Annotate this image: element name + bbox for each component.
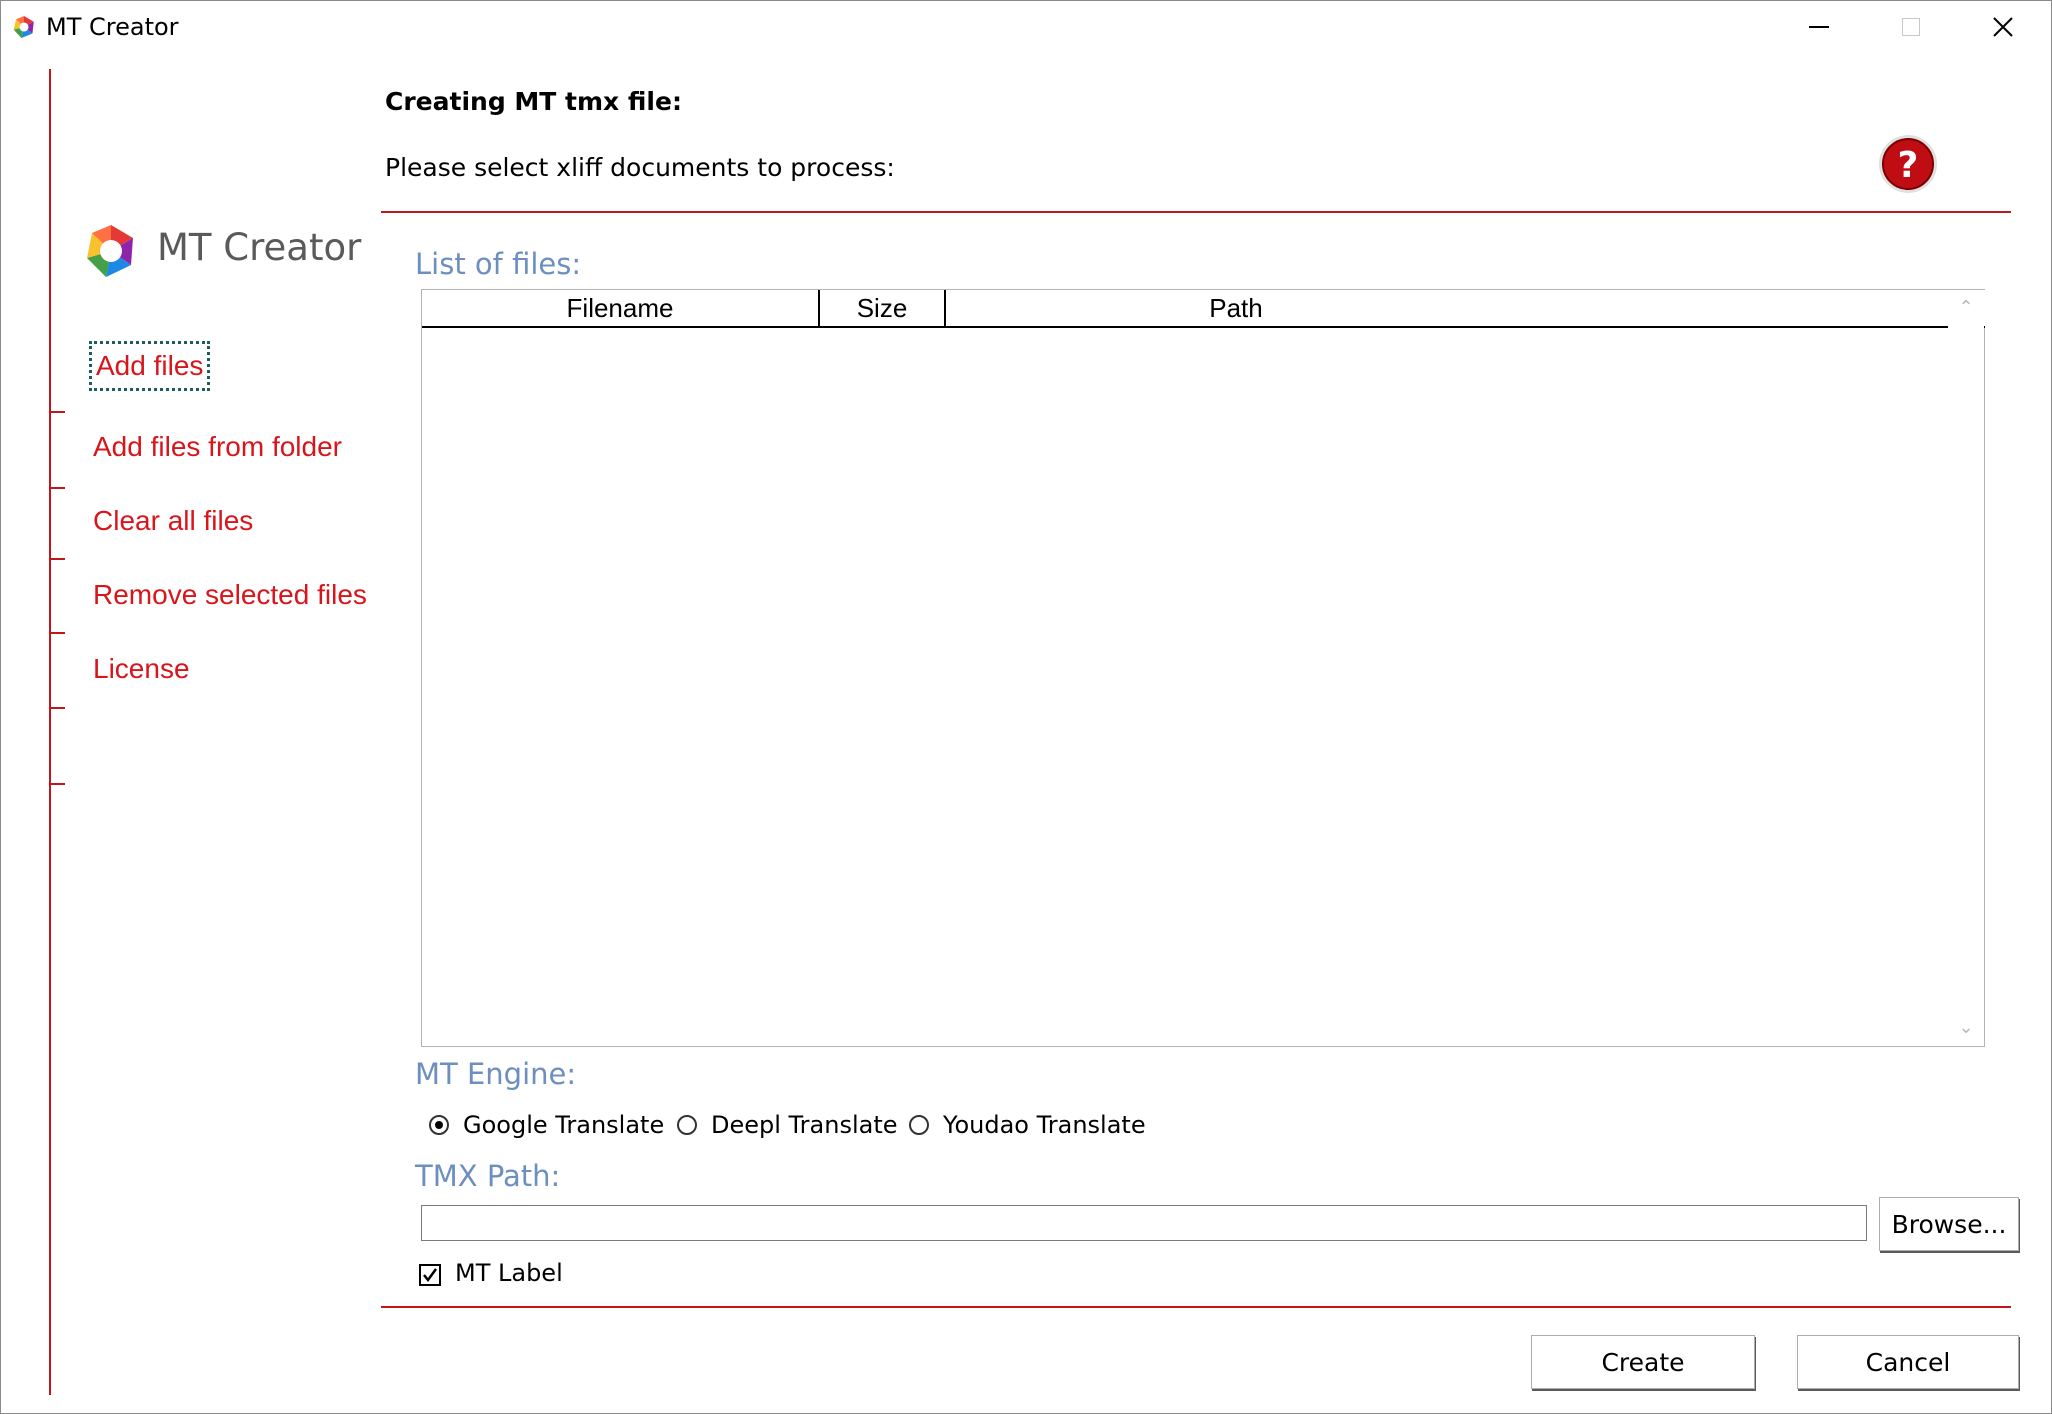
engine-option-deepl[interactable]: Deepl Translate [677,1109,898,1141]
sidebar-rule [49,69,51,1395]
maximize-icon [1902,18,1920,36]
minimize-button[interactable] [1774,1,1864,53]
clear-all-files-link[interactable]: Clear all files [93,505,253,537]
app-window: MT Creator MT Creator Add files Add file… [0,0,2052,1414]
sidebar-tick [49,487,65,489]
list-of-files-label: List of files: [415,247,582,281]
help-icon[interactable]: ? [1877,133,1939,195]
radio-button[interactable] [909,1115,929,1135]
checkmark-icon [423,1268,438,1283]
brand-logo-icon [87,225,133,277]
radio-button[interactable] [677,1115,697,1135]
sidebar-tick [49,783,65,785]
mt-engine-label: MT Engine: [415,1057,577,1091]
close-icon [1993,17,2013,37]
license-link[interactable]: License [93,653,190,685]
title-bar: MT Creator [1,1,2051,53]
header-divider [381,211,2011,213]
cancel-button[interactable]: Cancel [1797,1335,2019,1389]
file-list-table[interactable]: Filename Size Path ⌃ ⌄ [421,289,1985,1047]
page-subtitle: Please select xliff documents to process… [385,153,895,182]
tmx-path-input[interactable] [421,1205,1867,1241]
browse-button[interactable]: Browse... [1879,1197,2019,1251]
mt-label-text: MT Label [455,1259,563,1287]
vertical-scrollbar[interactable]: ⌃ ⌄ [1948,290,1984,1046]
engine-option-google[interactable]: Google Translate [429,1109,664,1141]
remove-selected-files-link[interactable]: Remove selected files [93,579,367,611]
sidebar-tick [49,411,65,413]
window-title: MT Creator [46,13,179,41]
close-button[interactable] [1958,1,2048,53]
create-button[interactable]: Create [1531,1335,1755,1389]
engine-option-label: Deepl Translate [711,1111,898,1139]
scroll-down-icon[interactable]: ⌄ [1958,1019,1974,1037]
column-header-path[interactable]: Path [946,290,1526,326]
sidebar-tick [49,558,65,560]
maximize-button[interactable] [1866,1,1956,53]
page-title: Creating MT tmx file: [385,87,682,116]
add-files-from-folder-link[interactable]: Add files from folder [93,431,342,463]
column-header-size[interactable]: Size [820,290,946,326]
scroll-up-icon[interactable]: ⌃ [1958,299,1974,317]
sidebar-tick [49,707,65,709]
sidebar-tick [49,632,65,634]
radio-button[interactable] [429,1115,449,1135]
engine-option-youdao[interactable]: Youdao Translate [909,1109,1146,1141]
svg-text:?: ? [1898,145,1919,186]
column-header-filename[interactable]: Filename [422,290,820,326]
minimize-icon [1809,26,1829,28]
table-header: Filename Size Path [422,290,1985,328]
engine-option-label: Google Translate [463,1111,665,1139]
brand-name: MT Creator [157,226,362,269]
engine-option-label: Youdao Translate [943,1111,1146,1139]
tmx-path-label: TMX Path: [415,1159,561,1193]
add-files-link[interactable]: Add files [89,341,211,391]
app-logo-icon [13,15,34,39]
mt-label-checkbox[interactable] [419,1264,441,1286]
footer-divider [381,1306,2011,1308]
